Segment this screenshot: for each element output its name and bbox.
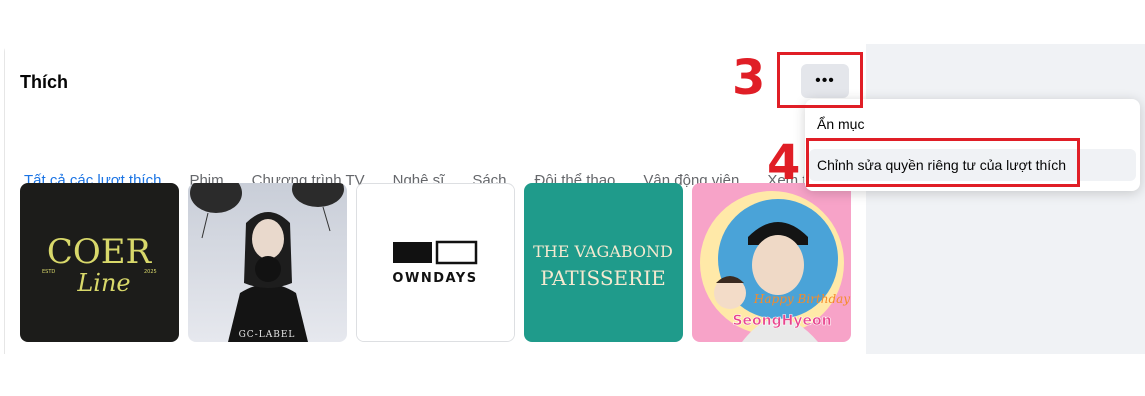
annotation-number-4: 4 [767,135,801,191]
section-title: Thích [20,72,68,92]
liked-page-tile[interactable]: Happy Birthday SeongHyeon [692,183,851,342]
annotation-box-step4 [806,138,1080,187]
vagabond-patisserie-logo: THE VAGABOND PATISSERIE [524,183,683,342]
logo-line2: Line [76,269,130,297]
logo-right: 2025 [144,269,157,275]
liked-page-tile[interactable]: GC-LABEL [188,183,347,342]
logo-left: ESTD [42,269,55,275]
logo-line2: PATISSERIE [540,266,665,290]
logo-line1: THE VAGABOND [533,242,673,261]
owndays-logo: OWNDAYS [357,184,514,341]
annotation-number-3: 3 [732,50,766,106]
tile-caption: SeongHyeon [732,313,831,329]
screen: Thích Tất cả các lượt thích Phim Chương tr… [0,0,1145,396]
logo-line1: COER [47,232,153,272]
liked-page-tile[interactable]: OWNDAYS [356,183,515,342]
gc-label-photo: GC-LABEL [188,183,347,342]
liked-page-tile[interactable]: THE VAGABOND PATISSERIE [524,183,683,342]
tile-caption: OWNDAYS [392,271,477,286]
seonghyeon-birthday-image: Happy Birthday SeongHyeon [692,183,851,342]
annotation-box-step3 [777,52,863,108]
liked-page-tile[interactable]: COER Line ESTD 2025 [20,183,179,342]
page-background [866,44,1145,354]
tile-subtitle: Happy Birthday [753,292,850,306]
coer-line-logo: COER Line ESTD 2025 [20,183,179,342]
menu-item-hide-section[interactable]: Ẩn mục [817,116,864,132]
tile-caption: GC-LABEL [239,330,296,340]
